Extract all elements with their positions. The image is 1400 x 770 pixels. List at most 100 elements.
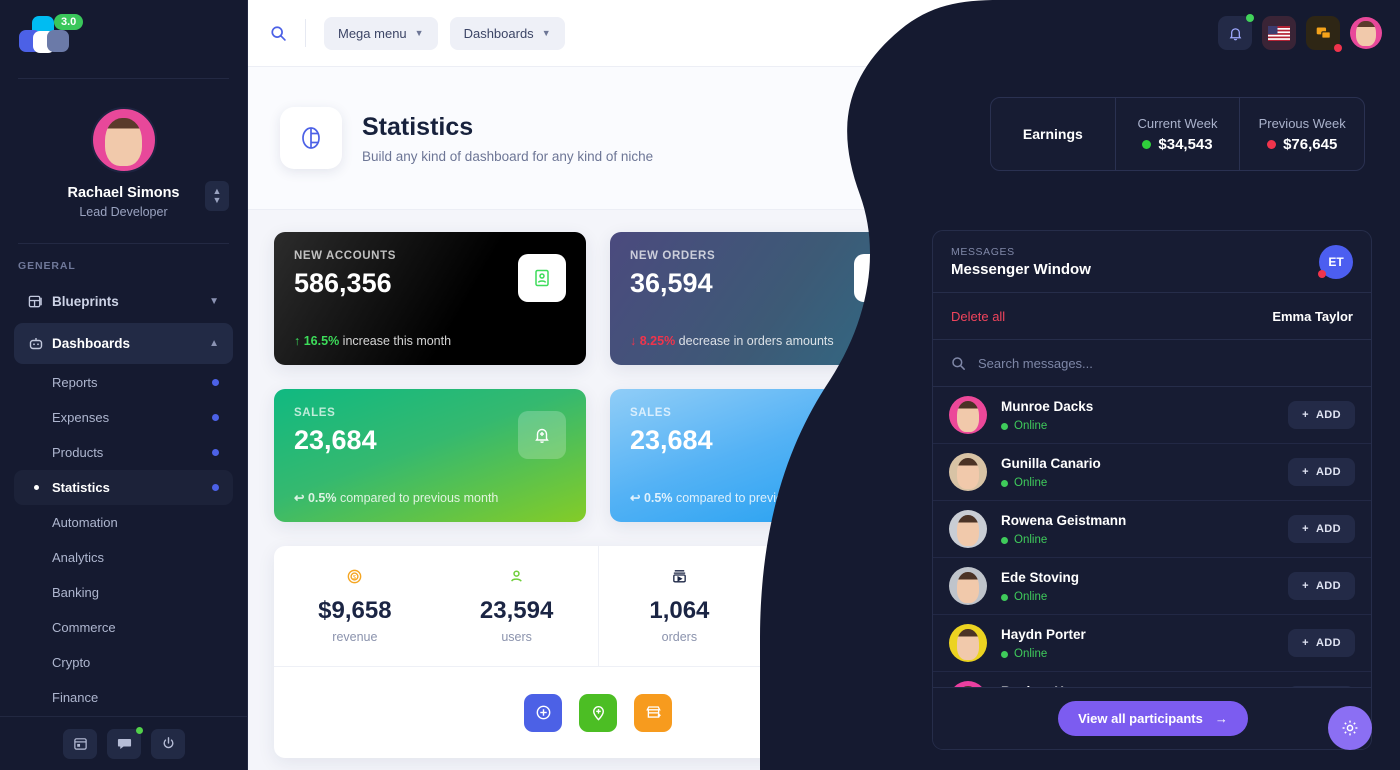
add-contact-button[interactable]: + ADD [1288,572,1355,600]
profile-switch-button[interactable]: ▲ ▼ [205,181,229,211]
status-dot [212,484,219,491]
add-contact-button[interactable]: + ADD [1288,401,1355,429]
avatar [949,567,987,605]
sidebar-item-crypto[interactable]: Crypto [14,645,233,680]
power-icon[interactable] [151,728,185,759]
sidebar-item-label: Commerce [52,620,116,635]
messages-icon[interactable] [1306,16,1340,50]
dashboards-menu-button[interactable]: Dashboards ▼ [449,16,565,50]
user-icon [436,568,598,590]
search-icon [951,356,966,371]
stat-delta: ↓ 8.25% [630,334,676,348]
metric-label: orders [661,630,698,644]
sidebar-profile: Rachael Simons Lead Developer ▲ ▼ [0,85,247,237]
messenger-avatar-initials[interactable]: ET [1319,245,1353,279]
add-contact-button[interactable]: + ADD [1288,629,1355,657]
divider [18,243,229,244]
sidebar-item-analytics[interactable]: Analytics [14,540,233,575]
metric-users: 23,594 users [436,546,599,666]
chevron-down-icon: ▼ [414,28,424,38]
stat-delta-text: compared to previous month [339,491,499,505]
add-store-button[interactable] [634,693,672,732]
search-input[interactable]: Search messages... [978,356,1093,371]
sidebar-item-label: Reports [52,375,98,390]
earnings-card: Earnings Current Week $34,543 Previous W… [990,97,1365,171]
messenger-header: MESSAGES Messenger Window ET [933,231,1371,293]
sidebar-item-label: Products [52,445,104,460]
calendar-icon[interactable] [63,728,97,759]
delete-all-button[interactable]: Delete all [951,309,1005,324]
sidebar-item-products[interactable]: Products [14,435,233,470]
contact-status: Online [1001,420,1288,432]
messenger-search-row[interactable]: Search messages... [933,340,1371,387]
page-subtitle: Build any kind of dashboard for any kind… [362,148,654,164]
arrow-right-icon: → [1214,711,1228,726]
stat-delta-text: increase this month [342,334,452,348]
list-item[interactable]: Ede Stoving Online + ADD [933,558,1371,615]
coin-icon: $ [274,568,436,590]
contact-name: Munroe Dacks [1001,399,1094,414]
sidebar-item-blueprints[interactable]: Blueprints ▼ [14,281,233,322]
app-logo[interactable]: 3.0 [0,0,247,72]
sidebar-item-label: Statistics [52,480,110,495]
view-all-participants-button[interactable]: View all participants → [1058,701,1248,736]
list-item[interactable]: Munroe Dacks Online + ADD [933,387,1371,444]
metric-value: 23,594 [479,597,554,624]
status-dot [212,379,219,386]
search-icon[interactable] [270,25,305,42]
blueprint-icon [28,294,52,309]
messenger-title: Messenger Window [951,260,1091,278]
sidebar-item-reports[interactable]: Reports [14,365,233,400]
contact-name: Ede Stoving [1001,570,1080,585]
list-item[interactable]: Gunilla Canario Online + ADD [933,444,1371,501]
list-item[interactable]: Rowena Geistmann Online + ADD [933,501,1371,558]
mega-menu-button[interactable]: Mega menu ▼ [324,16,438,50]
status-dot [1142,140,1151,149]
stat-delta-text: decrease in orders amounts [678,334,834,348]
sidebar-item-finance[interactable]: Finance [14,680,233,715]
settings-gear-icon[interactable] [1328,706,1372,750]
chat-icon[interactable] [107,726,143,759]
sidebar-item-label: Crypto [52,655,91,670]
sidebar-item-expenses[interactable]: Expenses [14,400,233,435]
stat-card-sales-green[interactable]: SALES 23,684 ↩ 0.5% compared to previous… [274,389,586,522]
sidebar-item-dashboards[interactable]: Dashboards ▲ [14,323,233,364]
metric-value: $9,658 [318,597,392,624]
earnings-value: $76,645 [1267,136,1337,153]
list-item[interactable]: Haydn Porter Online + ADD [933,615,1371,672]
topbar-right-icons [1218,16,1382,50]
stat-card-new-accounts[interactable]: NEW ACCOUNTS 586,356 ↑ 16.5% increase th… [274,232,586,365]
contact-status: Online [1001,591,1288,603]
mega-menu-label: Mega menu [338,25,407,41]
add-location-button[interactable] [579,693,617,732]
metric-value: 1,064 [649,597,710,624]
earnings-label: Current Week [1137,115,1218,131]
status-dot [1267,140,1276,149]
stat-card-footer: ↓ 8.25% decrease in orders amounts [630,334,834,348]
add-contact-button[interactable]: + ADD [1288,458,1355,486]
notification-bell-icon[interactable] [1218,16,1252,50]
page-title: Statistics [362,112,474,141]
status-dot [212,449,219,456]
archive-icon [599,568,761,590]
view-all-label: View all participants [1078,711,1203,726]
sidebar-item-label: Analytics [52,550,105,565]
add-contact-button[interactable]: + ADD [1288,515,1355,543]
sidebar-item-statistics[interactable]: Statistics [14,470,233,505]
metric-label: revenue [332,630,378,644]
sidebar-item-automation[interactable]: Automation [14,505,233,540]
sidebar-item-banking[interactable]: Banking [14,575,233,610]
add-circle-button[interactable] [524,693,562,732]
stat-delta: ↩ 0.5% [630,491,673,505]
sidebar-item-commerce[interactable]: Commerce [14,610,233,645]
us-flag-icon[interactable] [1262,16,1296,50]
messenger-subheader: Delete all Emma Taylor [933,293,1371,340]
sidebar-item-label: Banking [52,585,99,600]
messenger-kicker: MESSAGES [951,245,1015,258]
sidebar-item-label: Dashboards [52,336,131,351]
sidebar-item-label: Finance [52,690,99,705]
metric-orders: 1,064 orders [599,546,761,666]
status-dot [1318,270,1326,278]
user-avatar[interactable] [1350,17,1382,49]
sidebar: 3.0 Rachael Simons Lead Developer ▲ ▼ GEN… [0,0,248,770]
